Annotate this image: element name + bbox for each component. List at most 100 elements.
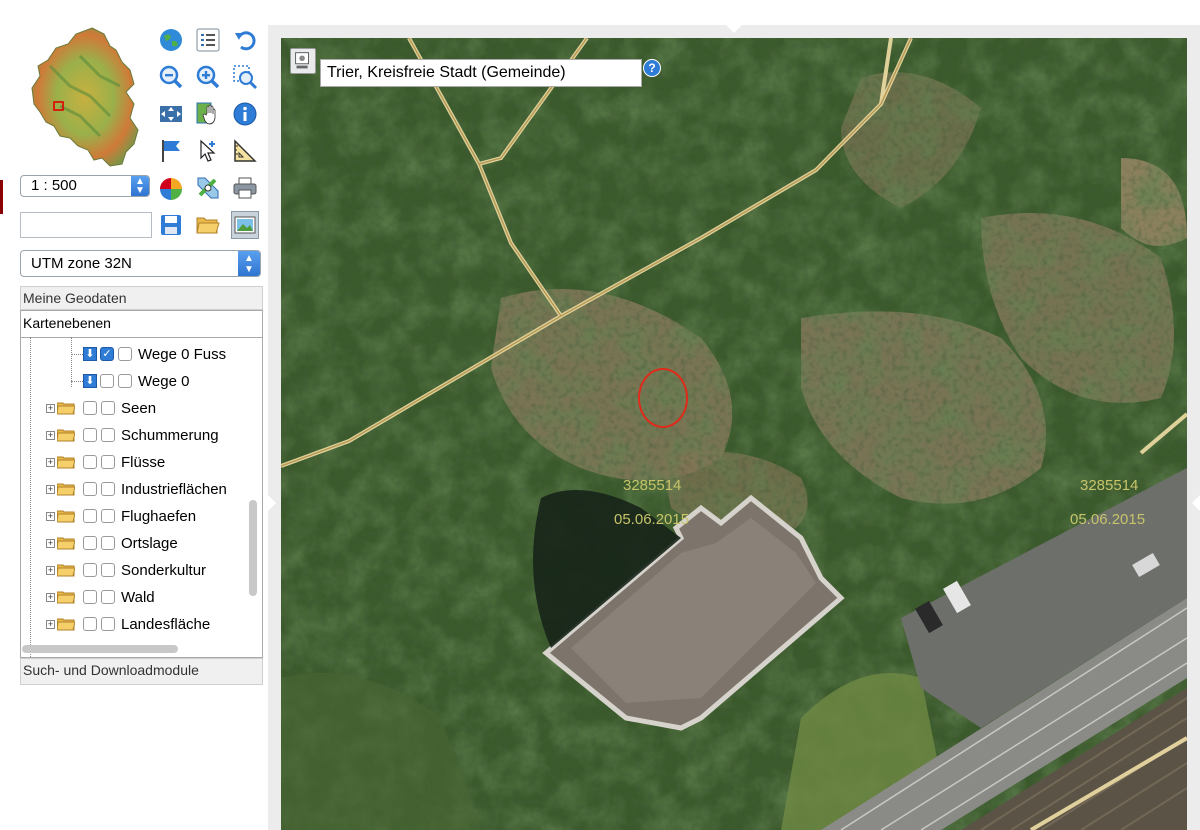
layer-checkbox-secondary[interactable] xyxy=(101,482,115,496)
map-settings-icon[interactable] xyxy=(290,48,316,74)
coord-date-label: 05.06.2015 xyxy=(614,511,690,528)
measure-icon[interactable] xyxy=(231,137,259,165)
expand-icon[interactable]: + xyxy=(46,565,55,575)
crs-value: UTM zone 32N xyxy=(31,255,132,272)
expand-icon[interactable]: + xyxy=(46,457,55,467)
expand-icon[interactable]: + xyxy=(46,430,55,440)
print-icon[interactable] xyxy=(231,174,259,202)
sidebar: 1 : 500 ▲ ▼ UTM zone 32N ▲ ▼ Meine Geodate… xyxy=(0,0,270,830)
layer-checkbox-secondary[interactable] xyxy=(101,536,115,550)
layer-checkbox[interactable] xyxy=(83,482,97,496)
layer-checkbox[interactable] xyxy=(83,428,97,442)
layer-checkbox[interactable] xyxy=(83,617,97,631)
layer-checkbox-secondary[interactable] xyxy=(101,563,115,577)
zoom-in-icon[interactable] xyxy=(194,63,222,91)
layer-label: Wege 0 xyxy=(138,372,190,390)
layer-group[interactable]: + Landesfläche xyxy=(46,613,210,635)
layer-label: Schummerung xyxy=(121,426,219,444)
chevron-updown-icon: ▲ ▼ xyxy=(238,251,260,276)
expand-icon[interactable]: + xyxy=(46,592,55,602)
panel-title: Such- und Downloadmodule xyxy=(23,662,199,678)
layer-checkbox[interactable] xyxy=(100,374,114,388)
flag-icon[interactable] xyxy=(157,137,185,165)
globe-icon[interactable] xyxy=(157,26,185,54)
folder-icon xyxy=(57,618,75,631)
zoom-box-icon[interactable] xyxy=(231,63,259,91)
name-input[interactable] xyxy=(20,212,152,238)
folder-icon xyxy=(57,510,75,523)
zoom-out-icon[interactable] xyxy=(157,63,185,91)
pan-icon[interactable] xyxy=(157,100,185,128)
aerial-image xyxy=(281,38,1187,830)
tree-horizontal-scrollbar[interactable] xyxy=(22,645,178,653)
download-icon[interactable]: ⬇ xyxy=(83,347,97,361)
expand-icon[interactable]: + xyxy=(46,484,55,494)
list-icon[interactable] xyxy=(194,26,222,54)
folder-icon xyxy=(57,564,75,577)
expand-icon[interactable]: + xyxy=(46,403,55,413)
layer-item[interactable]: ⬇ ✓ Wege 0 Fuss xyxy=(83,343,226,365)
download-icon[interactable]: ⬇ xyxy=(83,374,97,388)
layer-group[interactable]: + Schummerung xyxy=(46,424,219,446)
coord-number-label: 3285514 xyxy=(1080,477,1139,494)
folder-icon xyxy=(57,402,75,415)
hand-select-icon[interactable] xyxy=(194,100,222,128)
layer-checkbox-secondary[interactable] xyxy=(101,590,115,604)
layer-checkbox[interactable] xyxy=(83,536,97,550)
panel-such-download[interactable]: Such- und Downloadmodule xyxy=(20,658,263,685)
layer-group[interactable]: + Sonderkultur xyxy=(46,559,206,581)
layer-checkbox-secondary[interactable] xyxy=(101,509,115,523)
layer-checkbox[interactable] xyxy=(83,401,97,415)
coord-number-label: 3285514 xyxy=(623,477,682,494)
help-icon[interactable]: ? xyxy=(643,59,661,77)
layer-checkbox-secondary[interactable] xyxy=(118,374,132,388)
expand-icon[interactable]: + xyxy=(46,538,55,548)
layer-checkbox-secondary[interactable] xyxy=(101,428,115,442)
scale-select[interactable]: 1 : 500 ▲ ▼ xyxy=(20,175,150,197)
crs-select[interactable]: UTM zone 32N ▲ ▼ xyxy=(20,250,261,277)
layer-checkbox[interactable]: ✓ xyxy=(100,347,114,361)
layer-group[interactable]: + Flughaefen xyxy=(46,505,196,527)
folder-icon xyxy=(57,483,75,496)
layer-label: Ortslage xyxy=(121,534,178,552)
edge-marker xyxy=(0,180,3,214)
undo-icon[interactable] xyxy=(231,26,259,54)
layer-group[interactable]: + Seen xyxy=(46,397,156,419)
location-marker xyxy=(638,368,688,428)
layer-tree: Kartenebenen ⬇ ✓ Wege 0 Fuss ⬇ Wege 0 + … xyxy=(20,310,263,658)
folder-icon xyxy=(57,456,75,469)
layer-checkbox-secondary[interactable] xyxy=(118,347,132,361)
panel-kartenebenen[interactable]: Kartenebenen xyxy=(21,311,262,338)
layer-checkbox-secondary[interactable] xyxy=(101,401,115,415)
color-palette-icon[interactable] xyxy=(157,174,185,202)
location-search-input[interactable]: Trier, Kreisfreie Stadt (Gemeinde) xyxy=(320,59,642,87)
satellite-icon[interactable] xyxy=(194,174,222,202)
layer-group[interactable]: + Industrieflächen xyxy=(46,478,227,500)
layer-checkbox[interactable] xyxy=(83,590,97,604)
folder-icon xyxy=(57,537,75,550)
expand-icon[interactable]: + xyxy=(46,619,55,629)
layer-checkbox-secondary[interactable] xyxy=(101,455,115,469)
layer-group[interactable]: + Flüsse xyxy=(46,451,165,473)
map-view[interactable] xyxy=(281,38,1187,830)
save-icon[interactable] xyxy=(157,211,185,239)
overview-map[interactable] xyxy=(30,26,142,168)
info-icon[interactable] xyxy=(231,100,259,128)
layer-group[interactable]: + Wald xyxy=(46,586,155,608)
tree-vertical-scrollbar[interactable] xyxy=(249,500,257,596)
layer-checkbox[interactable] xyxy=(83,509,97,523)
layer-checkbox[interactable] xyxy=(83,455,97,469)
layer-label: Industrieflächen xyxy=(121,480,227,498)
folder-open-icon[interactable] xyxy=(194,211,222,239)
panel-meine-geodaten[interactable]: Meine Geodaten xyxy=(20,286,263,310)
layer-label: Wege 0 Fuss xyxy=(138,345,227,363)
layer-checkbox[interactable] xyxy=(83,563,97,577)
image-icon[interactable] xyxy=(231,211,259,239)
layer-item[interactable]: ⬇ Wege 0 xyxy=(83,370,189,392)
folder-icon xyxy=(57,591,75,604)
select-arrow-icon[interactable] xyxy=(194,137,222,165)
layer-checkbox-secondary[interactable] xyxy=(101,617,115,631)
layer-group[interactable]: + Ortslage xyxy=(46,532,178,554)
expand-icon[interactable]: + xyxy=(46,511,55,521)
layer-label: Sonderkultur xyxy=(121,561,207,579)
